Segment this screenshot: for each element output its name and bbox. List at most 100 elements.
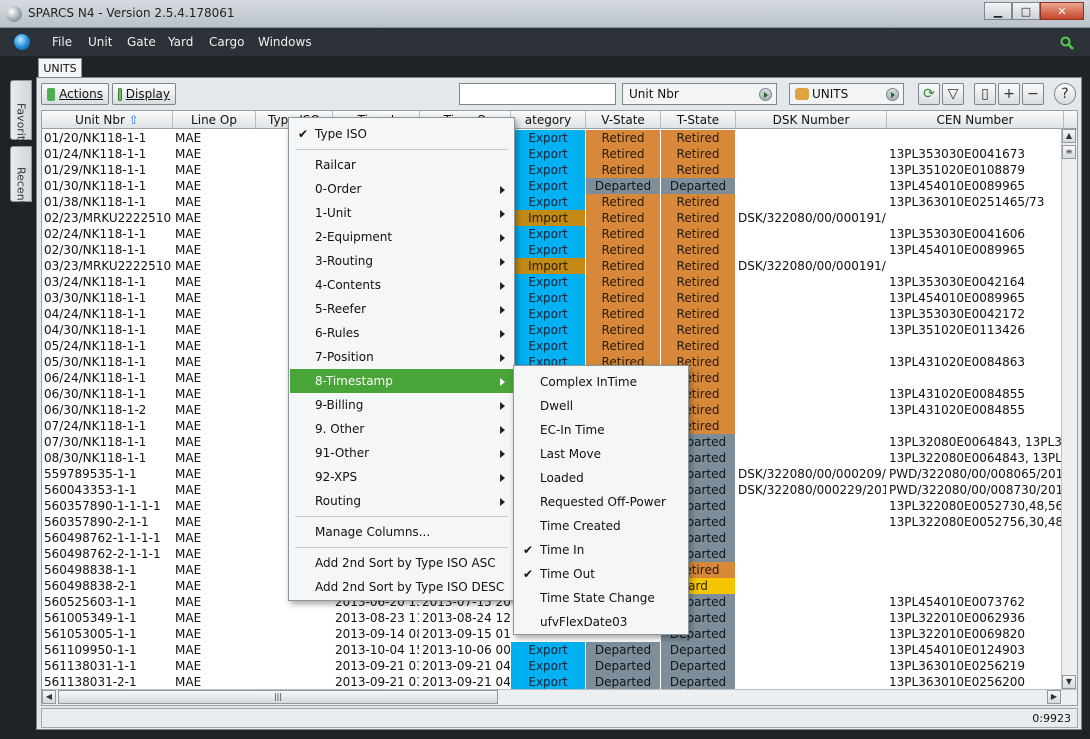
table-row[interactable]: 02/24/NK118-1-1 MAE Export Retired Retired 13… [42, 226, 1077, 242]
new-document-icon[interactable]: ▯ [974, 83, 996, 105]
scroll-up-icon[interactable]: ▲ [1062, 129, 1076, 143]
scroll-left-icon[interactable]: ◀ [42, 690, 56, 704]
menu-item[interactable]: 0-Order [290, 177, 515, 201]
filter-icon[interactable]: ▽ [942, 83, 964, 105]
menu-item[interactable]: 6-Rules [290, 321, 515, 345]
menu-item[interactable]: 4-Contents [290, 273, 515, 297]
search-input[interactable] [459, 83, 616, 105]
menu-gate[interactable]: Gate [127, 35, 156, 49]
table-cell: Export [511, 658, 585, 674]
menu-item[interactable]: Railcar [290, 153, 515, 177]
menu-item[interactable]: 92-XPS [290, 465, 515, 489]
menu-item[interactable]: 9. Other [290, 417, 515, 441]
column-header[interactable]: V-State [586, 111, 661, 129]
submenu-item[interactable]: ufvFlexDate03 [515, 610, 689, 634]
submenu-item[interactable]: Time In ✔ [515, 538, 689, 562]
table-row[interactable]: 04/30/NK118-1-1 MAE Export Retired Retired 13… [42, 322, 1077, 338]
chevron-right-icon [759, 88, 772, 101]
submenu-item[interactable]: Dwell [515, 394, 689, 418]
submenu-item[interactable]: Time Out ✔ [515, 562, 689, 586]
table-cell: 560498838-1-1 [44, 563, 137, 577]
submenu-item[interactable]: Last Move [515, 442, 689, 466]
menu-windows[interactable]: Windows [258, 35, 312, 49]
table-row[interactable]: 03/30/NK118-1-1 MAE Export Retired Retired 13… [42, 290, 1077, 306]
refresh-icon[interactable]: ⟳ [918, 83, 940, 105]
column-header[interactable]: Line Op [173, 111, 256, 129]
table-row[interactable]: 561138031-2-1 MAE 2013-09-21 03:102013-09-… [42, 674, 1077, 690]
minimize-button[interactable]: ▁ [984, 2, 1012, 20]
menu-item[interactable]: Manage Columns... [290, 520, 515, 544]
menu-item[interactable]: 9-Billing [290, 393, 515, 417]
submenu-item[interactable]: Time State Change [515, 586, 689, 610]
field-select[interactable]: Unit Nbr [622, 83, 777, 105]
menu-item[interactable]: Add 2nd Sort by Type ISO DESC [290, 575, 515, 599]
vertical-scrollbar[interactable]: ▲ ≡ ▼ [1061, 129, 1077, 689]
menu-item-label: Routing [315, 494, 362, 508]
menu-item[interactable]: 2-Equipment [290, 225, 515, 249]
recent-tab[interactable]: Recent [10, 146, 32, 205]
column-header[interactable]: DSK Number [736, 111, 887, 129]
table-row[interactable]: 561109950-1-1 MAE 2013-10-04 15:142013-10-… [42, 642, 1077, 658]
table-row[interactable]: 01/38/NK118-1-1 MAE Export Retired Retired 13… [42, 194, 1077, 210]
hscroll-thumb[interactable]: ||| [58, 690, 498, 704]
scroll-down-icon[interactable]: ▼ [1062, 675, 1076, 689]
table-cell [736, 578, 886, 594]
menu-bar: File Unit Gate Yard Cargo Windows [0, 28, 1090, 56]
scroll-thumb[interactable]: ≡ [1062, 145, 1076, 159]
column-header[interactable]: ategory [511, 111, 586, 129]
entity-select[interactable]: UNITS [789, 83, 904, 105]
menu-item[interactable]: Routing [290, 489, 515, 513]
table-row[interactable]: 01/24/NK118-1-1 MAE Export Retired Retired 13… [42, 146, 1077, 162]
display-button[interactable]: Display [112, 83, 176, 105]
table-row[interactable]: 03/24/NK118-1-1 MAE Export Retired Retired 13… [42, 274, 1077, 290]
table-cell [736, 450, 886, 466]
scroll-right-icon[interactable]: ▶ [1047, 690, 1061, 704]
table-cell: PWD/322080/00/008730/2013 [889, 483, 1063, 497]
menu-yard[interactable]: Yard [168, 35, 193, 49]
menu-cargo[interactable]: Cargo [209, 35, 244, 49]
column-header[interactable]: T-State [661, 111, 736, 129]
table-row[interactable]: 01/29/NK118-1-1 MAE Export Retired Retired 13… [42, 162, 1077, 178]
close-button[interactable]: ✕ [1040, 2, 1084, 20]
column-header[interactable]: Unit Nbr ⇧ [42, 111, 173, 129]
table-row[interactable]: 03/23/MRKU2222510-1-1MAEImportRetiredRet… [42, 258, 1077, 274]
search-icon[interactable] [1060, 36, 1074, 50]
menu-item[interactable]: 8-Timestamp [290, 369, 515, 393]
menu-file[interactable]: File [52, 35, 72, 49]
menu-item[interactable]: Type ISO ✔ [290, 122, 515, 146]
checkmark-icon: ✔ [298, 127, 309, 141]
maximize-button[interactable]: □ [1012, 2, 1040, 20]
menu-unit[interactable]: Unit [88, 35, 112, 49]
table-row[interactable]: 01/20/NK118-1-1 MAE Export Retired Retired [42, 130, 1077, 146]
table-row[interactable]: 04/24/NK118-1-1 MAE Export Retired Retired 13… [42, 306, 1077, 322]
submenu-item[interactable]: Loaded [515, 466, 689, 490]
submenu-item[interactable]: Requested Off-Power [515, 490, 689, 514]
menu-item-label: 2-Equipment [315, 230, 393, 244]
table-cell: 2013-09-21 04:50 [422, 675, 510, 689]
menu-item[interactable]: 1-Unit [290, 201, 515, 225]
menu-item[interactable]: Add 2nd Sort by Type ISO ASC [290, 551, 515, 575]
globe-icon[interactable] [14, 34, 30, 50]
submenu-item[interactable]: Time Created [515, 514, 689, 538]
menu-item[interactable]: 91-Other [290, 441, 515, 465]
menu-item[interactable]: 3-Routing [290, 249, 515, 273]
horizontal-scrollbar[interactable]: ◀ ||| ▶ [42, 689, 1077, 705]
remove-icon[interactable]: − [1022, 83, 1044, 105]
table-row[interactable]: 561138031-1-1 MAE 2013-09-21 03:092013-09-… [42, 658, 1077, 674]
table-row[interactable]: 02/30/NK118-1-1 MAE Export Retired Retired 13… [42, 242, 1077, 258]
submenu-item[interactable]: Complex InTime [515, 370, 689, 394]
add-icon[interactable]: + [998, 83, 1020, 105]
menu-item[interactable]: 5-Reefer [290, 297, 515, 321]
column-header[interactable]: CEN Number [887, 111, 1064, 129]
menu-item[interactable]: 7-Position [290, 345, 515, 369]
tab-units[interactable]: UNITS [38, 58, 82, 78]
table-row[interactable]: 05/24/NK118-1-1 MAE Export Retired Retired [42, 338, 1077, 354]
table-row[interactable]: 02/23/MRKU2222510-1-1MAEImportRetiredRet… [42, 210, 1077, 226]
table-row[interactable]: 01/30/NK118-1-1 MAE Export Departed Departed… [42, 178, 1077, 194]
actions-button[interactable]: Actions [41, 83, 109, 105]
table-cell: Departed [661, 642, 735, 658]
table-cell: 03/23/MRKU2222510-1-1 [44, 259, 172, 273]
submenu-item[interactable]: EC-In Time [515, 418, 689, 442]
help-icon[interactable]: ? [1054, 83, 1076, 105]
favorites-tab[interactable]: Favorites [10, 80, 32, 153]
